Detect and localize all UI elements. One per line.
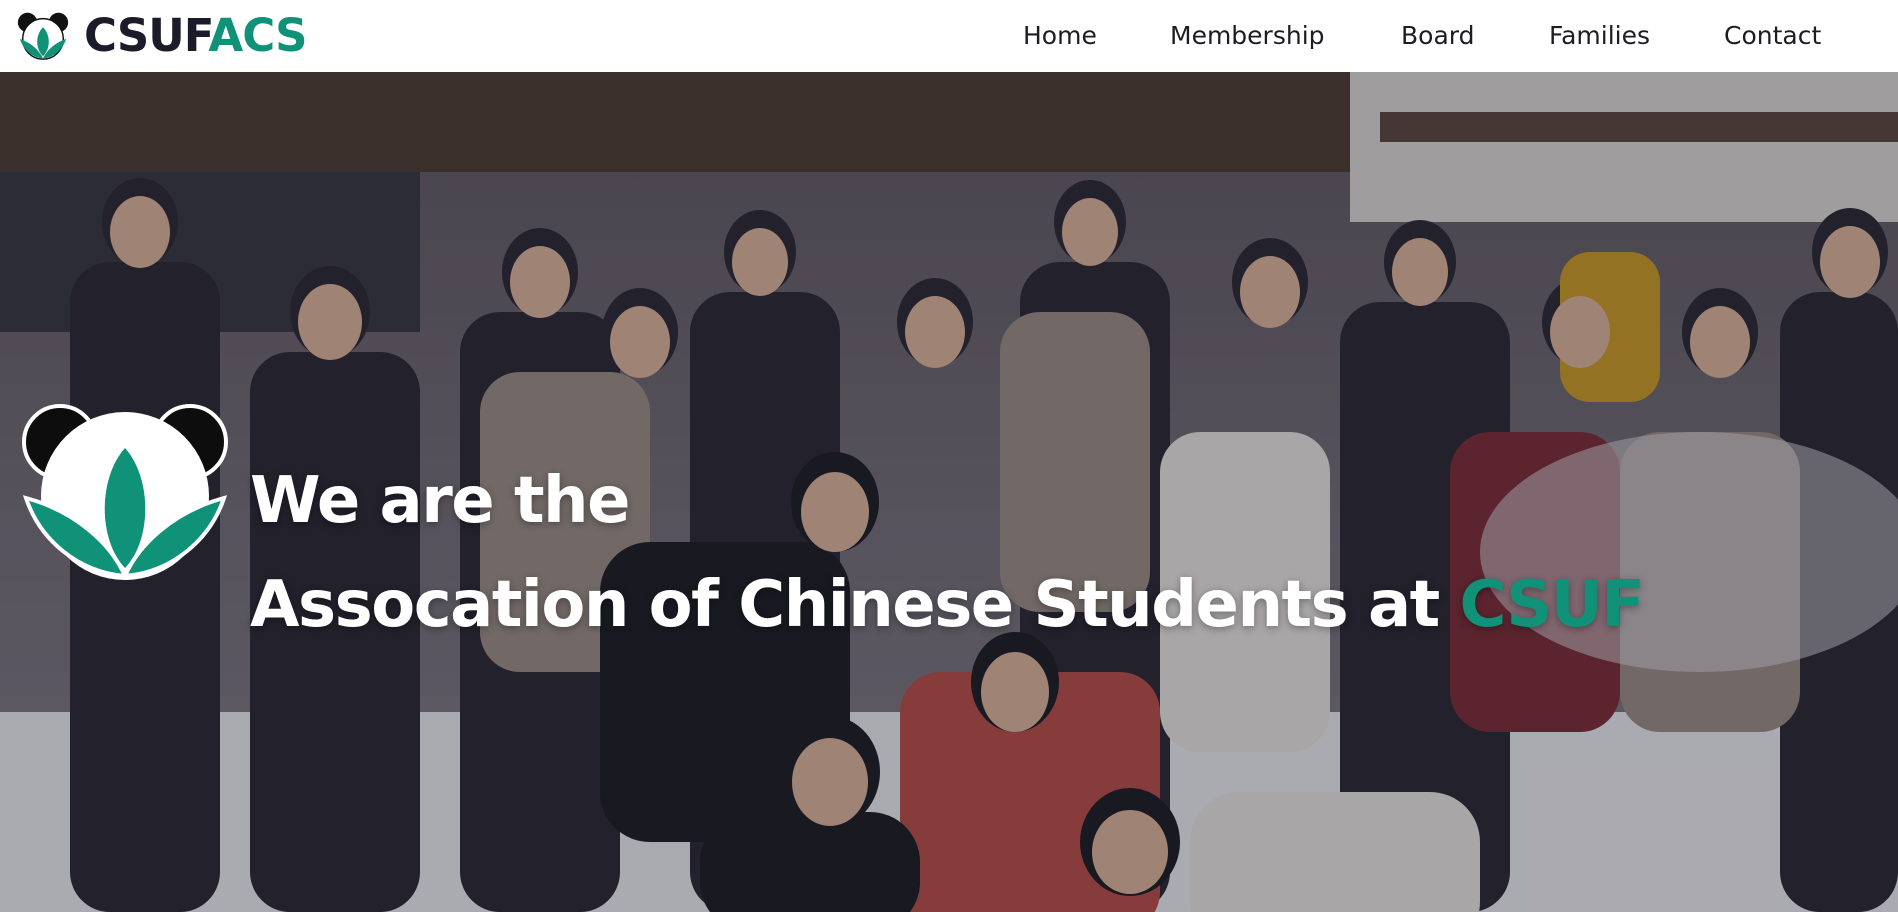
nav-link-membership[interactable]: Membership — [1170, 19, 1325, 53]
nav-link-home[interactable]: Home — [1023, 19, 1097, 53]
nav-link-board[interactable]: Board — [1401, 19, 1474, 53]
brand-name-part1: CSUF — [84, 9, 209, 62]
top-navbar: CSUFACS Home Membership Board Families C… — [0, 0, 1898, 72]
panda-lotus-logo-icon — [17, 12, 69, 60]
hero-headline: We are the Assocation of Chinese Student… — [250, 449, 1645, 657]
hero-banner: We are the Assocation of Chinese Student… — [0, 72, 1898, 912]
hero-line1: We are the — [250, 463, 631, 538]
hero-line2: Assocation of Chinese Students at — [250, 567, 1440, 642]
nav-link-families[interactable]: Families — [1549, 19, 1650, 53]
brand-name-part2: ACS — [208, 9, 307, 62]
panda-lotus-logo-icon — [22, 404, 228, 580]
nav-link-contact[interactable]: Contact — [1724, 19, 1821, 53]
brand-home-link[interactable]: CSUFACS — [14, 8, 308, 64]
brand-wordmark: CSUFACS — [84, 8, 308, 64]
hero-line2-accent: CSUF — [1459, 567, 1645, 642]
